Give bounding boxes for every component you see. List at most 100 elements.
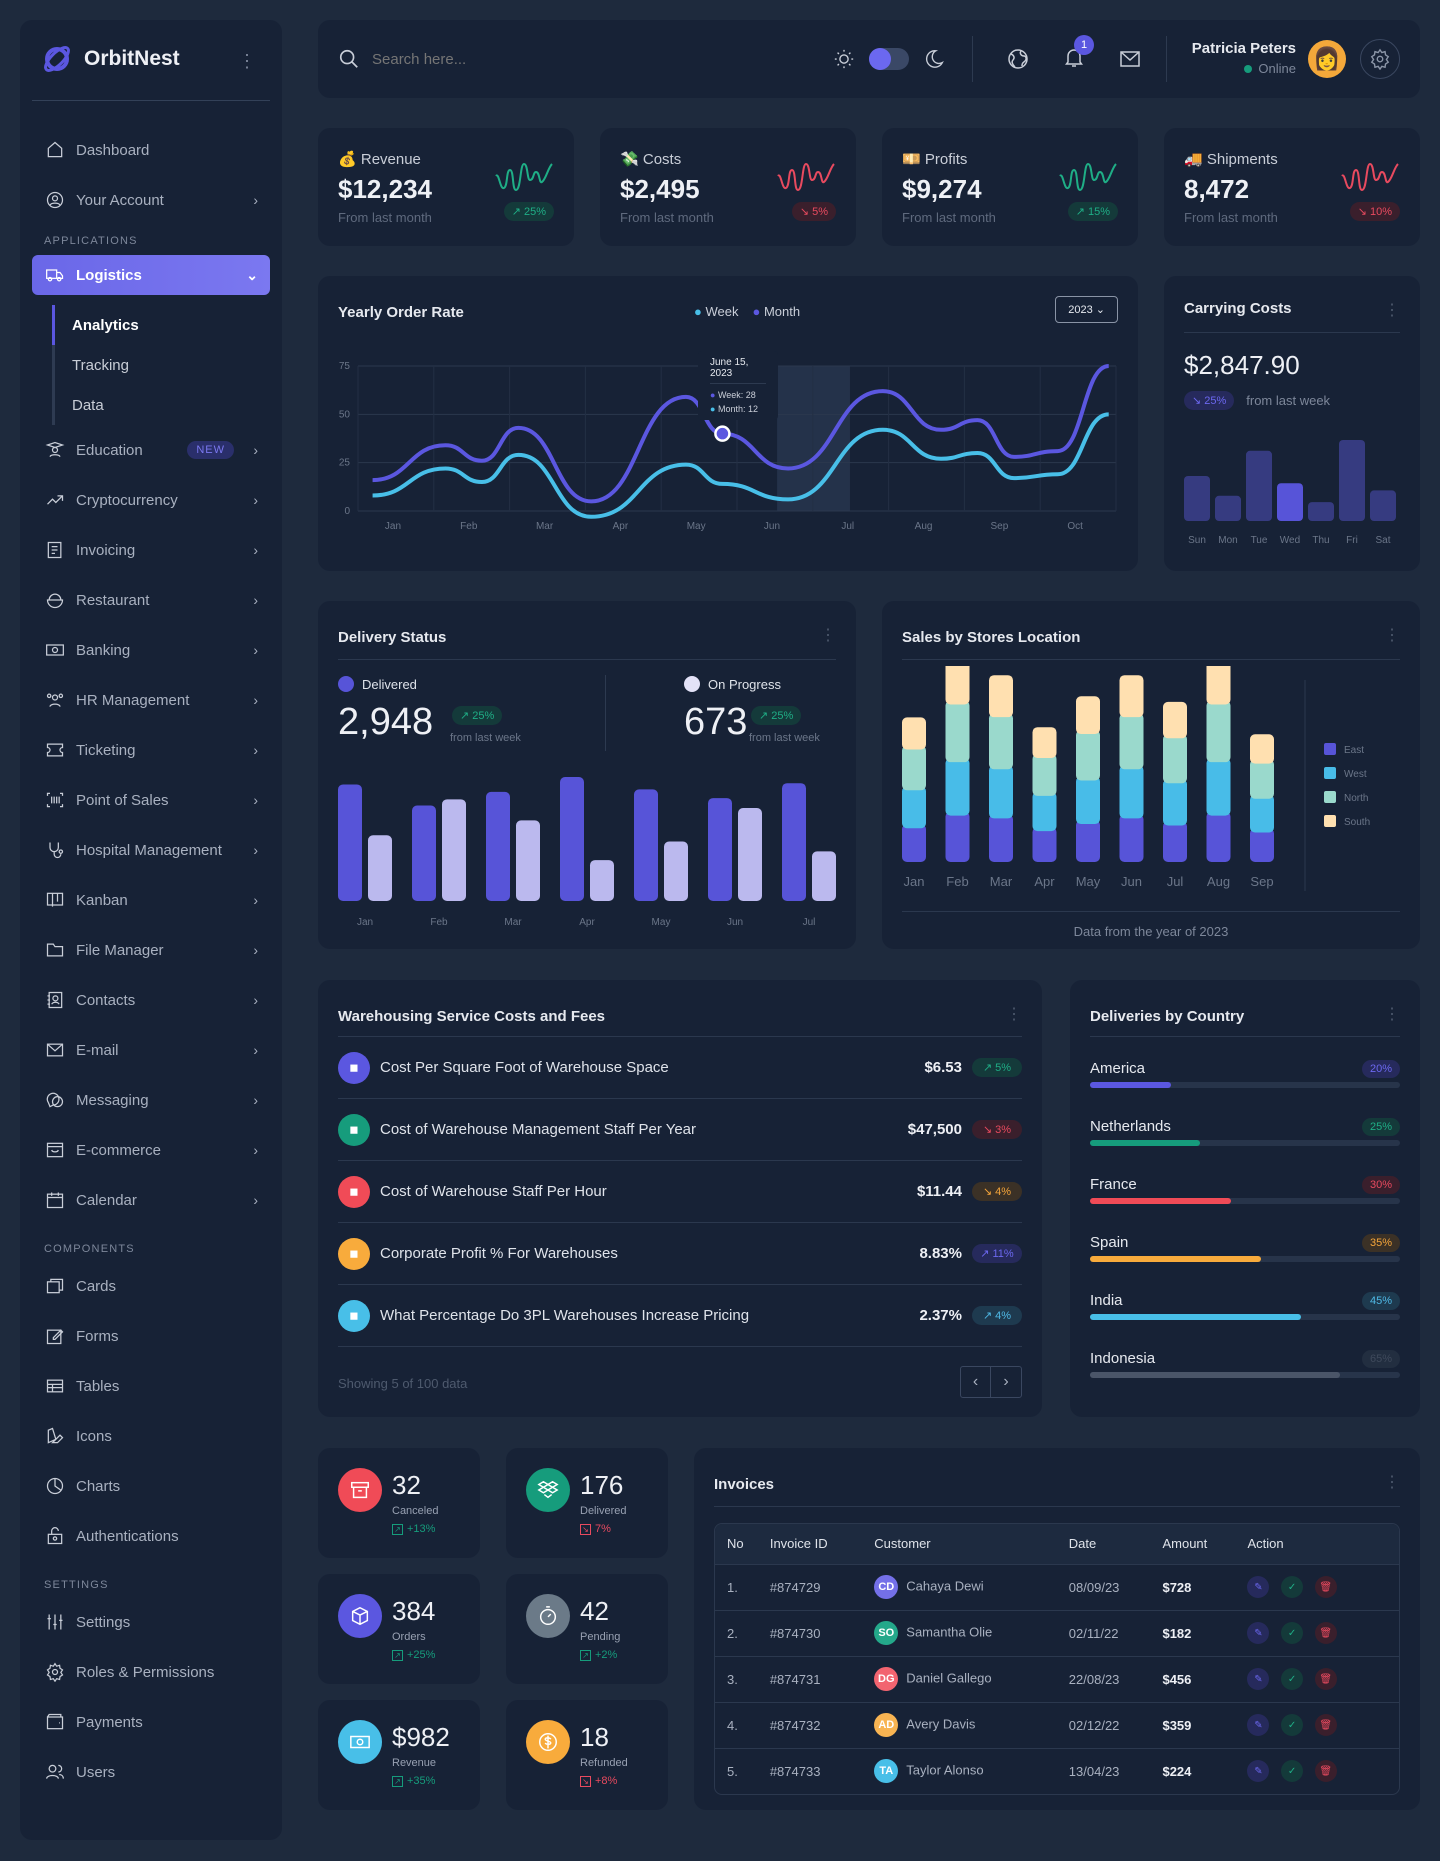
- segment-east-aug[interactable]: [1206, 811, 1231, 862]
- segment-north-jun[interactable]: [1119, 713, 1144, 770]
- mail-icon[interactable]: [1118, 47, 1142, 71]
- table-row[interactable]: 3. #874731 DG Daniel Gallego 22/08/23 $45…: [715, 1655, 1399, 1702]
- sidebar-item-cryptocurrency[interactable]: Cryptocurrency ›: [32, 475, 270, 525]
- bar-delivered-jul[interactable]: [782, 783, 806, 901]
- column-header[interactable]: Invoice ID: [757, 1524, 863, 1564]
- bar-on-progress-may[interactable]: [664, 841, 688, 901]
- prev-page-button[interactable]: ‹: [961, 1367, 991, 1397]
- trash-icon[interactable]: 🗑: [1314, 1622, 1337, 1644]
- segment-north-may[interactable]: [1076, 730, 1100, 781]
- sidebar-item-messaging[interactable]: Messaging ›: [32, 1075, 270, 1125]
- sidebar-item-education[interactable]: Education NEW ›: [32, 425, 270, 475]
- check-icon[interactable]: ✓: [1281, 1622, 1304, 1644]
- sidebar-item-icons[interactable]: Icons: [32, 1411, 270, 1461]
- sidebar-item-charts[interactable]: Charts: [32, 1461, 270, 1511]
- segment-west-mar[interactable]: [989, 765, 1013, 819]
- segment-east-mar[interactable]: [989, 814, 1013, 862]
- segment-south-sep[interactable]: [1250, 734, 1274, 764]
- column-header[interactable]: No: [715, 1524, 758, 1564]
- moon-icon[interactable]: [923, 48, 945, 70]
- bar-delivered-mar[interactable]: [486, 791, 510, 901]
- notification-button[interactable]: 1: [1062, 34, 1094, 74]
- warehouse-cost-row[interactable]: ◼ Cost Per Square Foot of Warehouse Spac…: [338, 1037, 1022, 1099]
- edit-icon[interactable]: ✎: [1247, 1760, 1270, 1783]
- segment-west-jun[interactable]: [1119, 765, 1144, 819]
- segment-north-aug[interactable]: [1206, 700, 1231, 763]
- edit-icon[interactable]: ✎: [1247, 1576, 1270, 1598]
- table-row[interactable]: 2. #874730 SO Samantha Olie 02/11/22 $182…: [715, 1609, 1399, 1656]
- avatar[interactable]: 👩: [1308, 40, 1346, 78]
- bar-on-progress-apr[interactable]: [590, 860, 614, 901]
- bar-on-progress-jun[interactable]: [738, 808, 762, 901]
- sidebar-item-invoicing[interactable]: Invoicing ›: [32, 525, 270, 575]
- segment-east-jun[interactable]: [1119, 814, 1144, 862]
- trash-icon[interactable]: 🗑: [1314, 1576, 1337, 1598]
- check-icon[interactable]: ✓: [1281, 1760, 1304, 1783]
- search-bar[interactable]: [338, 48, 672, 70]
- bar-tue[interactable]: [1246, 450, 1272, 521]
- check-icon[interactable]: ✓: [1281, 1714, 1304, 1736]
- sidebar-item-your-account[interactable]: Your Account ›: [32, 175, 270, 225]
- segment-north-feb[interactable]: [945, 700, 970, 763]
- table-row[interactable]: 5. #874733 TA Taylor Alonso 13/04/23 $224…: [715, 1747, 1399, 1794]
- sidebar-item-banking[interactable]: Banking ›: [32, 625, 270, 675]
- sidebar-item-hospital-management[interactable]: Hospital Management ›: [32, 825, 270, 875]
- segment-south-apr[interactable]: [1032, 727, 1057, 758]
- column-header[interactable]: Date: [1056, 1524, 1151, 1564]
- bar-wed[interactable]: [1277, 483, 1303, 521]
- edit-icon[interactable]: ✎: [1247, 1622, 1270, 1644]
- edit-icon[interactable]: ✎: [1247, 1668, 1270, 1690]
- segment-north-jul[interactable]: [1163, 734, 1187, 784]
- segment-west-apr[interactable]: [1032, 791, 1057, 832]
- warehouse-cost-row[interactable]: ◼ Corporate Profit % For Warehouses 8.83…: [338, 1223, 1022, 1285]
- trash-icon[interactable]: 🗑: [1314, 1714, 1337, 1736]
- bar-on-progress-jan[interactable]: [368, 835, 392, 901]
- segment-east-jul[interactable]: [1163, 821, 1187, 862]
- segment-west-jan[interactable]: [902, 786, 926, 829]
- sidebar-item-ticketing[interactable]: Ticketing ›: [32, 725, 270, 775]
- bar-delivered-apr[interactable]: [560, 777, 584, 901]
- segment-south-jul[interactable]: [1163, 701, 1187, 739]
- more-icon[interactable]: ⋮: [1384, 300, 1400, 320]
- more-icon[interactable]: ⋮: [1384, 625, 1400, 645]
- column-header[interactable]: Amount: [1150, 1524, 1236, 1564]
- search-input[interactable]: [372, 50, 672, 68]
- segment-east-sep[interactable]: [1250, 828, 1274, 862]
- segment-east-may[interactable]: [1076, 820, 1100, 862]
- sidebar-item-hr-management[interactable]: HR Management ›: [32, 675, 270, 725]
- sidebar-item-cards[interactable]: Cards: [32, 1261, 270, 1311]
- user-info[interactable]: Patricia Peters Online: [1192, 40, 1296, 76]
- more-icon[interactable]: ⋮: [1006, 1004, 1022, 1024]
- table-row[interactable]: 1. #874729 CD Cahaya Dewi 08/09/23 $728 ✎…: [715, 1563, 1399, 1610]
- edit-icon[interactable]: ✎: [1247, 1714, 1270, 1736]
- segment-east-apr[interactable]: [1032, 827, 1057, 862]
- bar-on-progress-jul[interactable]: [812, 851, 836, 901]
- bar-mon[interactable]: [1215, 495, 1241, 521]
- table-row[interactable]: 4. #874732 AD Avery Davis 02/12/22 $359 ✎…: [715, 1701, 1399, 1748]
- sidebar-item-contacts[interactable]: Contacts ›: [32, 975, 270, 1025]
- segment-north-jan[interactable]: [902, 745, 926, 791]
- segment-south-jun[interactable]: [1119, 675, 1144, 718]
- segment-east-jan[interactable]: [902, 824, 926, 862]
- sidebar-item-forms[interactable]: Forms: [32, 1311, 270, 1361]
- sidebar-item-e-commerce[interactable]: E-commerce ›: [32, 1125, 270, 1175]
- warehouse-cost-row[interactable]: ◼ What Percentage Do 3PL Warehouses Incr…: [338, 1285, 1022, 1347]
- segment-west-sep[interactable]: [1250, 794, 1274, 833]
- segment-north-sep[interactable]: [1250, 759, 1274, 799]
- segment-north-mar[interactable]: [989, 713, 1013, 770]
- bar-sun[interactable]: [1184, 476, 1210, 521]
- check-icon[interactable]: ✓: [1281, 1576, 1304, 1598]
- sidebar-item-dashboard[interactable]: Dashboard: [32, 125, 270, 175]
- segment-south-jan[interactable]: [902, 717, 926, 750]
- bar-delivered-jun[interactable]: [708, 798, 732, 901]
- check-icon[interactable]: ✓: [1281, 1668, 1304, 1690]
- bar-fri[interactable]: [1339, 440, 1365, 521]
- sidebar-item-logistics[interactable]: Logistics ⌄: [32, 255, 270, 295]
- sidebar-item-e-mail[interactable]: E-mail ›: [32, 1025, 270, 1075]
- more-icon[interactable]: ⋮: [820, 625, 836, 645]
- warehouse-cost-row[interactable]: ◼ Cost of Warehouse Management Staff Per…: [338, 1099, 1022, 1161]
- hover-point[interactable]: [714, 425, 731, 442]
- bar-sat[interactable]: [1370, 490, 1396, 521]
- sun-icon[interactable]: [833, 48, 855, 70]
- segment-south-may[interactable]: [1076, 696, 1100, 735]
